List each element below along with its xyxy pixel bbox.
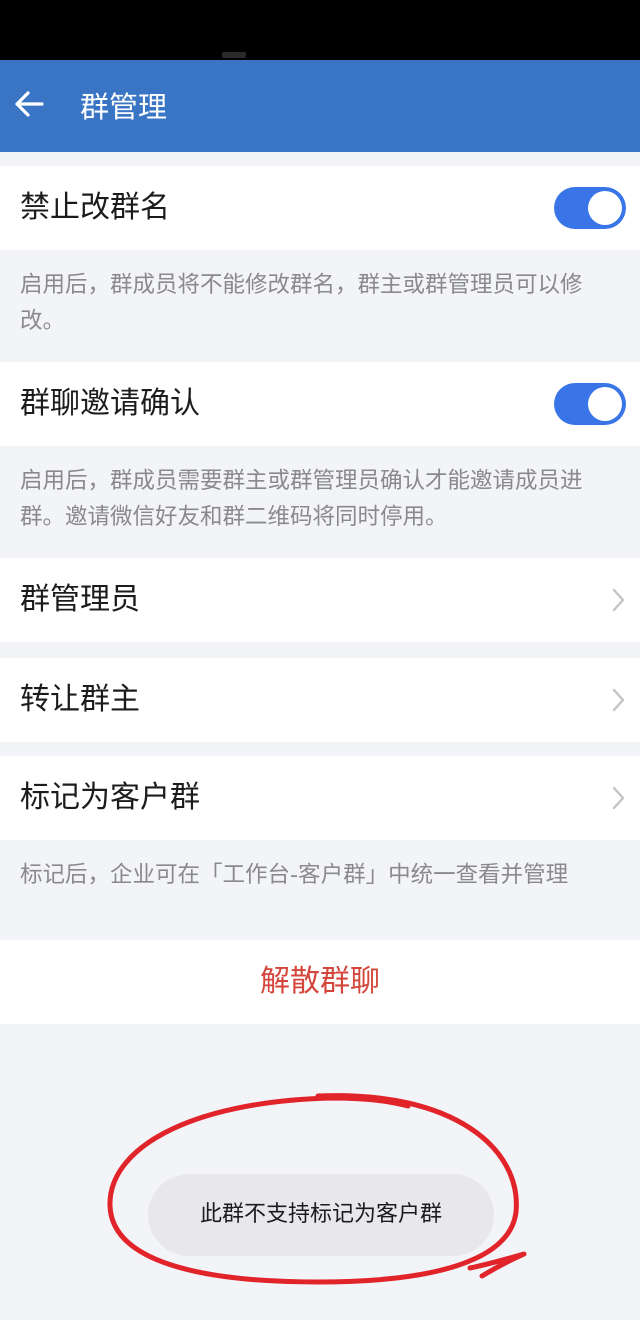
- rename-setting-label: 禁止改群名: [20, 190, 170, 225]
- status-indicator: [222, 52, 246, 58]
- transfer-owner-row[interactable]: 转让群主: [0, 658, 640, 742]
- invite-confirm-description-text: 启用后，群成员需要群主或群管理员确认才能邀请成员进群。邀请微信好友和群二维码将同…: [20, 468, 583, 530]
- invite-confirm-description: 启用后，群成员需要群主或群管理员确认才能邀请成员进群。邀请微信好友和群二维码将同…: [0, 446, 640, 556]
- chevron-right-icon: [612, 688, 625, 712]
- group-admins-label: 群管理员: [20, 582, 140, 617]
- dissolve-group-label: 解散群聊: [260, 964, 380, 999]
- mark-customer-description-text: 标记后，企业可在「工作台-客户群」中统一查看并管理: [20, 862, 569, 888]
- mark-customer-group-row[interactable]: 标记为客户群: [0, 756, 640, 840]
- rename-setting-row: 禁止改群名: [0, 166, 640, 250]
- transfer-owner-label: 转让群主: [20, 682, 140, 717]
- chevron-right-icon: [612, 786, 625, 810]
- toggle-knob: [588, 387, 622, 421]
- rename-toggle[interactable]: [554, 187, 626, 229]
- rename-setting-description: 启用后，群成员将不能修改群名，群主或群管理员可以修改。: [0, 250, 640, 360]
- invite-confirm-toggle[interactable]: [554, 383, 626, 425]
- invite-confirm-row: 群聊邀请确认: [0, 362, 640, 446]
- toast-message: 此群不支持标记为客户群: [148, 1174, 494, 1256]
- rename-description-text: 启用后，群成员将不能修改群名，群主或群管理员可以修改。: [20, 272, 583, 334]
- chevron-right-icon: [612, 588, 625, 612]
- toggle-knob: [588, 191, 622, 225]
- mark-customer-group-description: 标记后，企业可在「工作台-客户群」中统一查看并管理: [0, 840, 640, 938]
- app-bar: 群管理: [0, 60, 640, 152]
- dissolve-group-button[interactable]: 解散群聊: [0, 940, 640, 1024]
- invite-confirm-label: 群聊邀请确认: [20, 386, 200, 421]
- status-bar: [0, 0, 640, 60]
- back-arrow-icon: [15, 91, 44, 117]
- back-button[interactable]: [8, 82, 52, 126]
- mark-customer-group-label: 标记为客户群: [20, 780, 200, 815]
- page-title: 群管理: [80, 90, 168, 124]
- group-admins-row[interactable]: 群管理员: [0, 558, 640, 642]
